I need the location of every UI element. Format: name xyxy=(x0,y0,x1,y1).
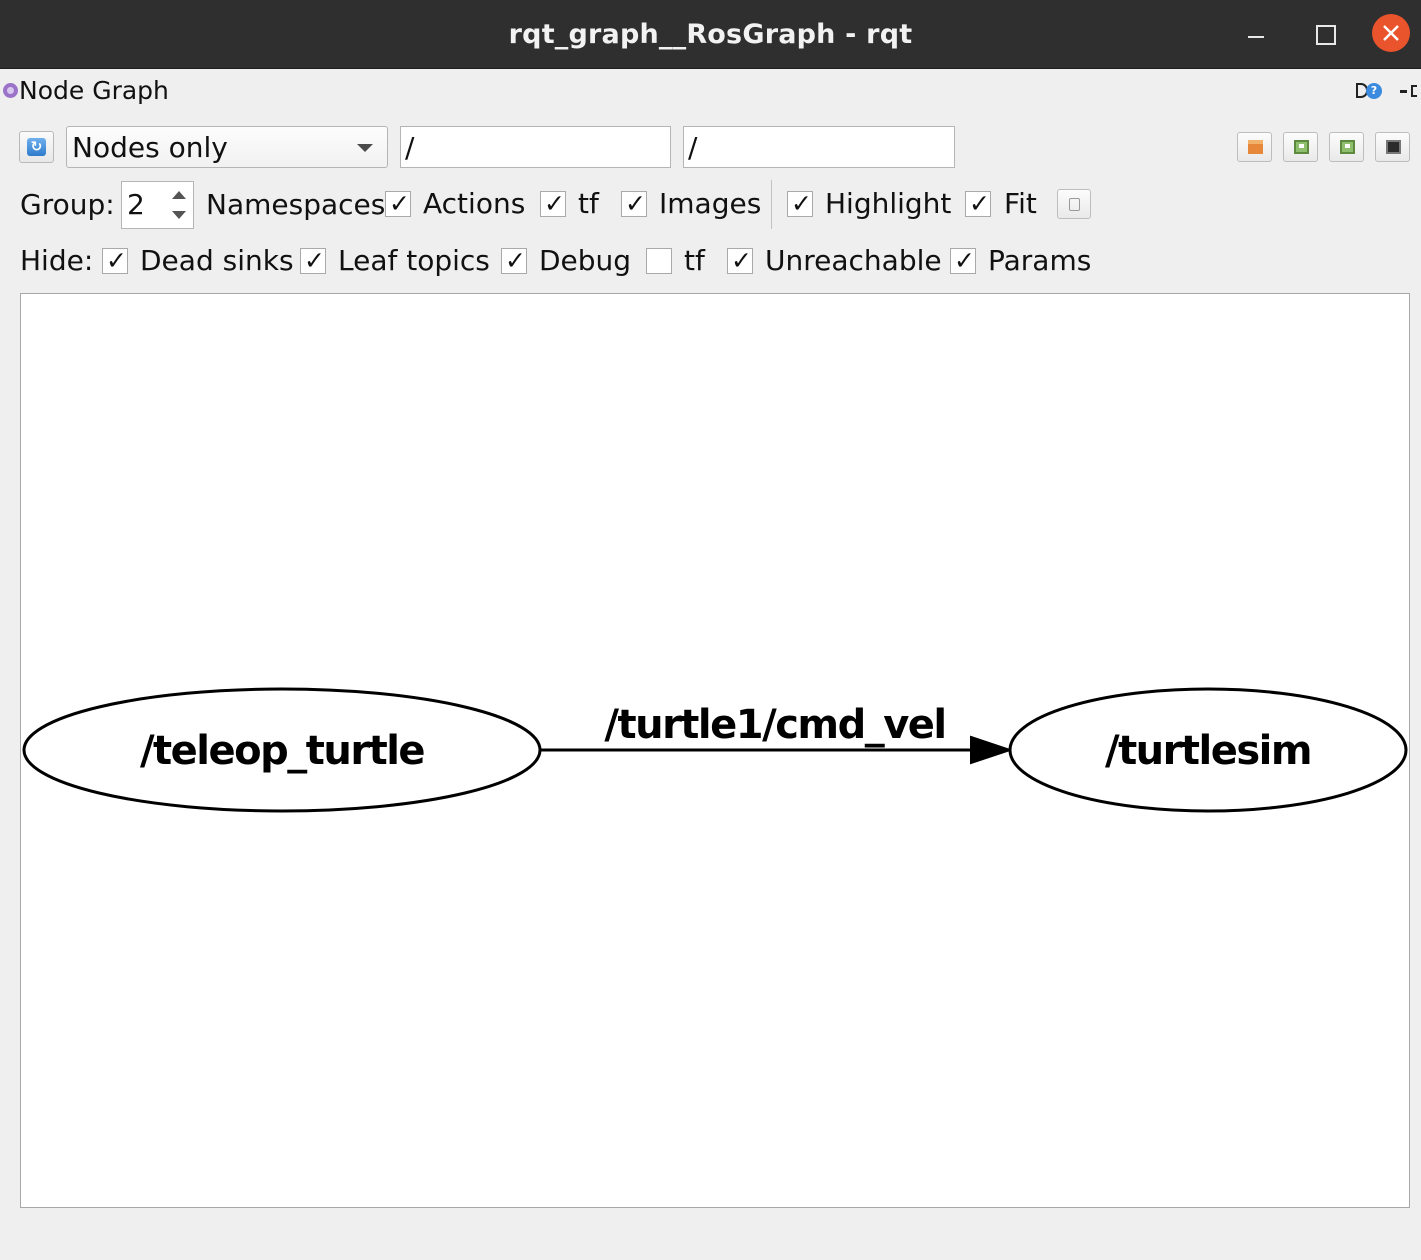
topic-filter-input[interactable] xyxy=(683,126,955,168)
plugin-icon xyxy=(3,83,18,98)
close-button[interactable] xyxy=(1372,14,1410,52)
minimize-button[interactable] xyxy=(1237,15,1275,53)
window-titlebar[interactable]: rqt_graph__RosGraph - rqt xyxy=(0,0,1421,69)
save-dot-button[interactable] xyxy=(1283,132,1318,162)
images-label: Images xyxy=(659,187,762,220)
hide-tf-label: tf xyxy=(684,244,705,277)
spin-down-icon[interactable] xyxy=(172,211,186,219)
maximize-button[interactable] xyxy=(1305,15,1343,53)
group-value: 2 xyxy=(127,188,145,221)
graph-node-turtlesim[interactable]: /turtlesim xyxy=(1008,687,1408,813)
leaf-topics-label: Leaf topics xyxy=(338,244,490,277)
hide-label: Hide: xyxy=(20,244,94,277)
group-label: Group: xyxy=(20,188,115,221)
graph-mode-value: Nodes only xyxy=(72,131,228,164)
refresh-button[interactable]: ↻ xyxy=(19,131,54,163)
node-label: /teleop_turtle xyxy=(140,728,424,774)
fit-checkbox[interactable] xyxy=(965,189,991,218)
debug-label: Debug xyxy=(539,244,632,277)
dock-minimize-icon[interactable] xyxy=(1400,90,1407,93)
image-icon xyxy=(1386,140,1401,154)
tf-label: tf xyxy=(578,187,599,220)
graph-canvas[interactable]: /turtle1/cmd_vel /teleop_turtle /turtles… xyxy=(20,293,1410,1208)
dead-sinks-label: Dead sinks xyxy=(140,244,294,277)
unreachable-checkbox[interactable] xyxy=(727,246,753,275)
save-svg-button[interactable] xyxy=(1329,132,1364,162)
close-icon xyxy=(1383,25,1399,41)
dock-title: Node Graph xyxy=(19,76,169,105)
namespaces-label: Namespaces xyxy=(206,188,386,221)
save-icon xyxy=(1340,140,1355,154)
chevron-down-icon xyxy=(357,144,373,152)
node-label: /turtlesim xyxy=(1105,728,1311,774)
graph-node-teleop[interactable]: /teleop_turtle xyxy=(22,687,542,813)
tf-checkbox[interactable] xyxy=(621,189,647,218)
save-icon xyxy=(1294,140,1309,154)
folder-open-icon xyxy=(1248,140,1263,154)
load-dot-button[interactable] xyxy=(1237,132,1272,162)
namespaces-checkbox[interactable] xyxy=(385,189,411,218)
dock-float-icon[interactable] xyxy=(1411,85,1417,97)
leaf-topics-checkbox[interactable] xyxy=(300,246,326,275)
window-title: rqt_graph__RosGraph - rqt xyxy=(508,19,913,50)
fit-in-view-button[interactable] xyxy=(1057,189,1091,219)
dead-sinks-checkbox[interactable] xyxy=(102,246,128,275)
unreachable-label: Unreachable xyxy=(765,244,942,277)
save-image-button[interactable] xyxy=(1375,132,1410,162)
hide-tf-checkbox[interactable] xyxy=(646,248,672,274)
debug-checkbox[interactable] xyxy=(501,246,527,275)
highlight-checkbox[interactable] xyxy=(787,189,813,218)
graph-svg: /turtle1/cmd_vel /teleop_turtle /turtles… xyxy=(22,687,1408,813)
params-checkbox[interactable] xyxy=(950,246,976,275)
fit-label: Fit xyxy=(1004,187,1037,220)
actions-label: Actions xyxy=(423,187,526,220)
group-spinbox[interactable]: 2 xyxy=(121,181,194,229)
node-filter-input[interactable] xyxy=(400,126,671,168)
separator xyxy=(771,180,772,229)
params-label: Params xyxy=(988,244,1092,277)
graph-edge[interactable]: /turtle1/cmd_vel xyxy=(539,702,1014,765)
spin-up-icon[interactable] xyxy=(172,191,186,199)
refresh-icon: ↻ xyxy=(27,138,46,156)
dock-tools: ? xyxy=(1356,82,1421,100)
highlight-label: Highlight xyxy=(825,187,952,220)
help-icon[interactable]: ? xyxy=(1366,83,1382,99)
graph-mode-select[interactable]: Nodes only xyxy=(66,126,388,168)
actions-checkbox[interactable] xyxy=(540,189,566,218)
edge-label: /turtle1/cmd_vel xyxy=(604,702,945,748)
